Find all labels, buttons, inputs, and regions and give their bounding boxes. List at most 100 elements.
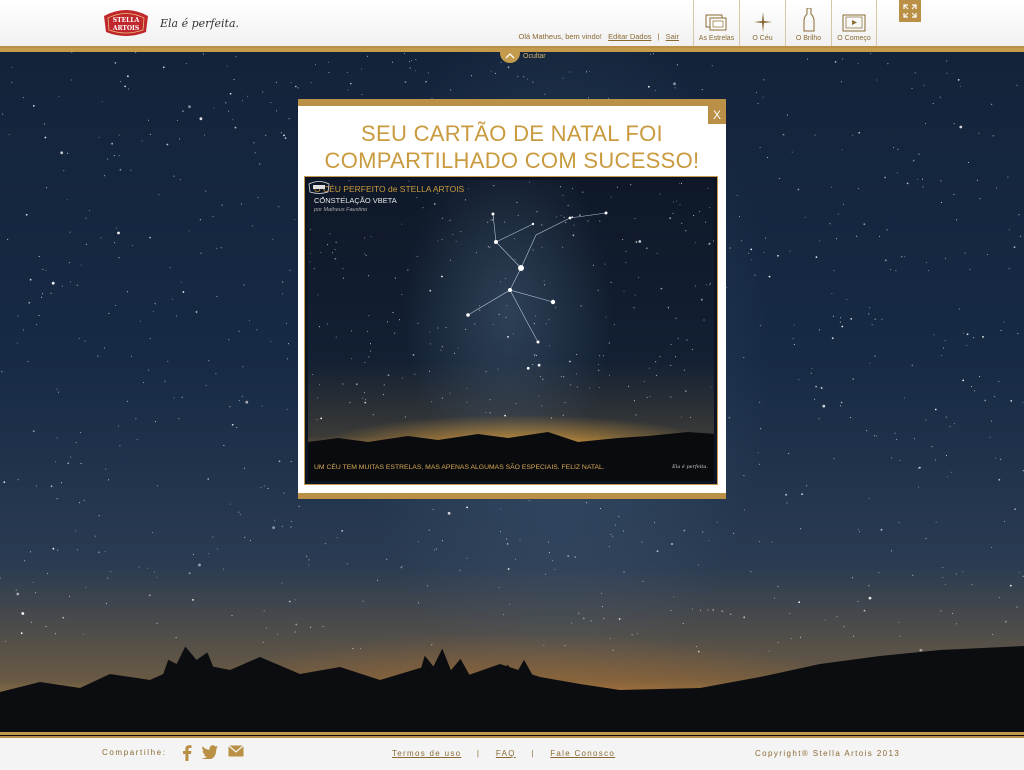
- star: [67, 462, 70, 465]
- star: [674, 87, 676, 89]
- star: [241, 395, 243, 397]
- star: [348, 180, 350, 181]
- star: [914, 72, 916, 74]
- star: [126, 400, 128, 402]
- star: [449, 219, 451, 221]
- star: [182, 110, 184, 112]
- nav-item-o-comeco[interactable]: O Começo: [831, 0, 877, 46]
- logout-link[interactable]: Sair: [666, 32, 679, 41]
- nav-item-as-estrelas[interactable]: As Estrelas: [693, 0, 739, 46]
- star: [966, 345, 968, 347]
- star: [208, 553, 210, 555]
- star: [959, 125, 963, 129]
- star: [17, 479, 19, 481]
- star: [100, 237, 102, 239]
- star: [71, 52, 73, 53]
- star: [205, 384, 207, 386]
- star: [192, 553, 194, 555]
- star: [364, 392, 365, 394]
- star: [146, 567, 148, 569]
- star: [750, 259, 752, 261]
- star: [649, 395, 651, 397]
- star: [612, 649, 614, 651]
- star: [68, 262, 70, 264]
- star: [654, 90, 656, 92]
- star: [536, 354, 537, 356]
- star: [852, 134, 854, 136]
- faq-link[interactable]: FAQ: [496, 749, 516, 758]
- star: [155, 421, 157, 423]
- star: [113, 155, 115, 156]
- star: [447, 511, 451, 515]
- star: [935, 521, 937, 523]
- star: [263, 485, 265, 487]
- star: [911, 364, 913, 366]
- hide-header-toggle[interactable]: Ocultar: [500, 49, 546, 63]
- star: [485, 371, 487, 373]
- star: [570, 384, 572, 386]
- star: [460, 231, 462, 233]
- nav-item-o-brilho[interactable]: O Brilho: [785, 0, 831, 46]
- facebook-icon[interactable]: [182, 745, 192, 761]
- star: [757, 102, 759, 104]
- stella-artois-logo[interactable]: STELLA ARTOIS: [100, 6, 152, 38]
- star: [361, 94, 363, 96]
- star: [778, 178, 780, 179]
- star: [119, 445, 121, 447]
- twitter-icon[interactable]: [202, 745, 218, 761]
- chevron-up-icon: [500, 49, 520, 63]
- star: [548, 319, 550, 321]
- star: [328, 61, 330, 63]
- edit-data-link[interactable]: Editar Dados: [608, 32, 651, 41]
- star: [894, 432, 896, 434]
- star: [852, 577, 853, 579]
- star: [360, 648, 362, 649]
- star: [682, 623, 684, 624]
- star: [659, 356, 661, 358]
- star: [992, 634, 993, 635]
- star: [814, 134, 816, 136]
- star: [215, 373, 217, 375]
- contact-link[interactable]: Fale Conosco: [550, 749, 615, 758]
- star: [283, 492, 285, 494]
- star: [199, 219, 201, 221]
- email-icon[interactable]: [228, 745, 244, 761]
- star: [942, 577, 944, 579]
- star: [24, 560, 26, 562]
- star: [679, 204, 681, 206]
- play-frame-icon: [842, 14, 866, 32]
- star: [506, 543, 509, 545]
- star: [295, 623, 298, 626]
- star: [233, 79, 235, 81]
- star: [35, 592, 37, 594]
- star: [490, 70, 492, 72]
- star: [598, 387, 600, 389]
- star: [364, 253, 366, 255]
- star: [407, 269, 409, 271]
- star: [739, 216, 740, 218]
- star: [771, 541, 773, 543]
- star: [675, 356, 676, 358]
- star: [515, 403, 517, 405]
- nav-item-o-ceu[interactable]: O Céu: [739, 0, 785, 46]
- star: [309, 261, 311, 263]
- star: [17, 315, 19, 317]
- star: [118, 257, 120, 259]
- star: [69, 231, 71, 233]
- star: [562, 194, 564, 196]
- star: [527, 78, 529, 80]
- star: [966, 333, 969, 336]
- star: [5, 640, 7, 642]
- fullscreen-button[interactable]: [899, 0, 921, 22]
- star: [399, 319, 400, 321]
- star: [244, 536, 246, 538]
- star: [149, 338, 151, 340]
- star: [70, 79, 72, 81]
- star: [370, 343, 371, 345]
- star: [221, 204, 223, 206]
- star: [267, 488, 269, 489]
- star: [618, 618, 621, 620]
- star: [8, 134, 10, 136]
- star: [562, 246, 564, 248]
- terms-link[interactable]: Termos de uso: [392, 749, 461, 758]
